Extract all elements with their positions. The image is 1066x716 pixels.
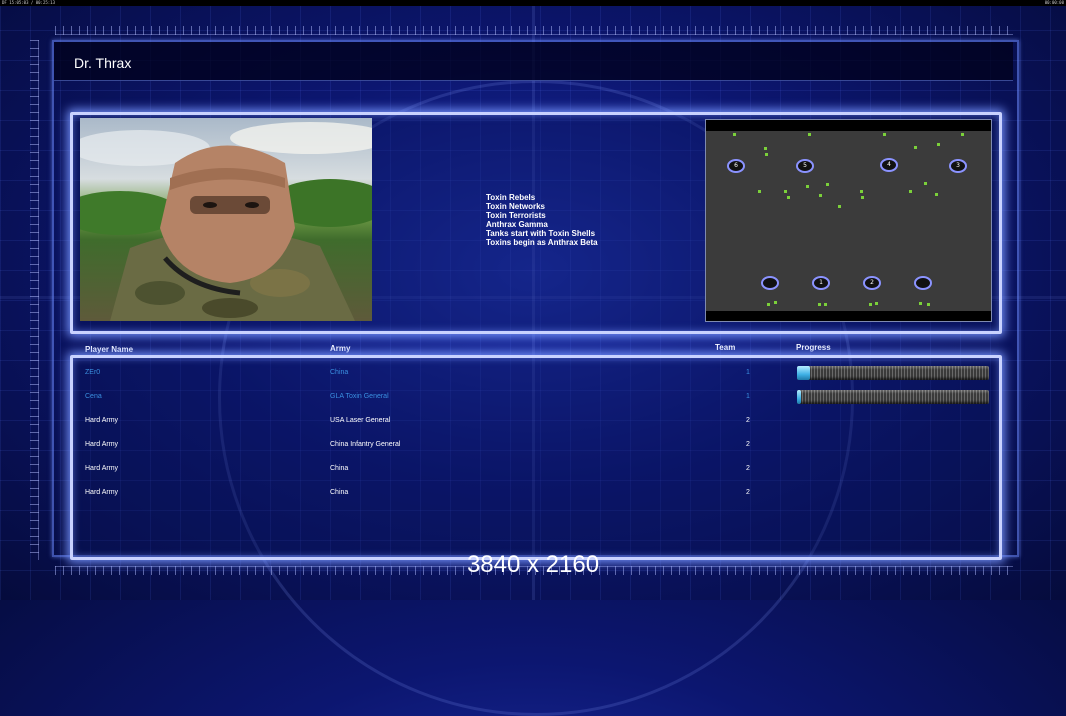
player-team: 2 bbox=[746, 441, 750, 448]
map-bottom-border bbox=[706, 311, 991, 321]
header-player-name: Player Name bbox=[85, 345, 134, 354]
header-progress: Progress bbox=[796, 343, 831, 352]
feature-item: Toxins begin as Anthrax Beta bbox=[486, 238, 598, 248]
map-resource-dot bbox=[961, 133, 964, 136]
player-army: China bbox=[330, 489, 349, 496]
player-army: China bbox=[330, 369, 349, 376]
page-title: Dr. Thrax bbox=[74, 55, 132, 71]
table-row: ZEr0 China 1 bbox=[0, 361, 1066, 385]
title-bar bbox=[54, 42, 1013, 81]
map-resource-dot bbox=[765, 153, 768, 156]
map-resource-dot bbox=[924, 182, 927, 185]
progress-fill bbox=[797, 390, 801, 404]
portrait-illustration bbox=[80, 122, 372, 321]
player-army: China Infantry General bbox=[330, 441, 401, 448]
topbar-left-text: DF 15:05:03 / 00:25:13 bbox=[2, 0, 55, 5]
map-resource-dot bbox=[937, 143, 940, 146]
player-team: 2 bbox=[746, 465, 750, 472]
player-team: 1 bbox=[746, 393, 750, 400]
feature-item: Anthrax Gamma bbox=[486, 220, 548, 230]
map-resource-dot bbox=[818, 303, 821, 306]
feature-item: Toxin Networks bbox=[486, 202, 545, 212]
feature-item: Toxin Rebels bbox=[486, 193, 536, 202]
header-army: Army bbox=[330, 344, 351, 353]
table-row: Hard Army China Infantry General 2 bbox=[0, 433, 1066, 457]
map-resource-dot bbox=[733, 133, 736, 136]
spawn-marker[interactable]: 4 bbox=[880, 158, 898, 172]
map-resource-dot bbox=[784, 190, 787, 193]
map-resource-dot bbox=[764, 147, 767, 150]
map-resource-dot bbox=[919, 302, 922, 305]
player-name: Hard Army bbox=[85, 441, 119, 448]
progress-fill bbox=[797, 366, 811, 380]
map-resource-dot bbox=[875, 302, 878, 305]
player-army: GLA Toxin General bbox=[330, 393, 389, 400]
progress-bar bbox=[797, 366, 989, 380]
map-resource-dot bbox=[808, 133, 811, 136]
player-name: Hard Army bbox=[85, 417, 119, 424]
map-resource-dot bbox=[860, 190, 863, 193]
map-resource-dot bbox=[806, 185, 809, 188]
map-resource-dot bbox=[774, 301, 777, 304]
map-resource-dot bbox=[869, 303, 872, 306]
map-resource-dot bbox=[883, 133, 886, 136]
player-team: 2 bbox=[746, 489, 750, 496]
feature-item: Tanks start with Toxin Shells bbox=[486, 229, 596, 239]
player-army: USA Laser General bbox=[330, 417, 391, 424]
player-name: Hard Army bbox=[85, 489, 119, 496]
spawn-marker[interactable]: 1 bbox=[812, 276, 830, 290]
map-top-border bbox=[706, 120, 991, 131]
map-resource-dot bbox=[927, 303, 930, 306]
spawn-marker[interactable] bbox=[914, 276, 932, 290]
ruler-top bbox=[55, 26, 1013, 35]
spawn-marker[interactable]: 6 bbox=[727, 159, 745, 173]
general-portrait-icon bbox=[80, 118, 372, 321]
resolution-caption: 3840 x 2160 bbox=[466, 551, 600, 578]
player-name: Cena bbox=[85, 393, 102, 400]
header-team: Team bbox=[715, 343, 736, 352]
player-team: 2 bbox=[746, 417, 750, 424]
map-resource-dot bbox=[838, 205, 841, 208]
player-name: ZEr0 bbox=[85, 369, 101, 376]
system-topbar: DF 15:05:03 / 00:25:13 00:00:00 bbox=[0, 0, 1066, 6]
map-resource-dot bbox=[819, 194, 822, 197]
map-resource-dot bbox=[758, 190, 761, 193]
map-resource-dot bbox=[826, 183, 829, 186]
table-row: Cena GLA Toxin General 1 bbox=[0, 385, 1066, 409]
feature-item: Toxin Terrorists bbox=[486, 211, 546, 221]
map-resource-dot bbox=[909, 190, 912, 193]
table-row: Hard Army China 2 bbox=[0, 457, 1066, 481]
player-army: China bbox=[330, 465, 349, 472]
spawn-marker[interactable] bbox=[761, 276, 779, 290]
map-resource-dot bbox=[914, 146, 917, 149]
spawn-marker[interactable]: 5 bbox=[796, 159, 814, 173]
map-resource-dot bbox=[787, 196, 790, 199]
map-resource-dot bbox=[767, 303, 770, 306]
topbar-right-text: 00:00:00 bbox=[1044, 0, 1064, 5]
progress-bar bbox=[797, 390, 989, 404]
spawn-marker[interactable]: 2 bbox=[863, 276, 881, 290]
map-preview: 6 5 4 3 1 2 bbox=[705, 119, 992, 322]
table-row: Hard Army China 2 bbox=[0, 481, 1066, 505]
map-resource-dot bbox=[861, 196, 864, 199]
table-row: Hard Army USA Laser General 2 bbox=[0, 409, 1066, 433]
player-team: 1 bbox=[746, 369, 750, 376]
general-feature-list: Toxin Rebels Toxin Networks Toxin Terror… bbox=[486, 193, 598, 248]
map-resource-dot bbox=[935, 193, 938, 196]
spawn-marker[interactable]: 3 bbox=[949, 159, 967, 173]
map-resource-dot bbox=[824, 303, 827, 306]
player-name: Hard Army bbox=[85, 465, 119, 472]
